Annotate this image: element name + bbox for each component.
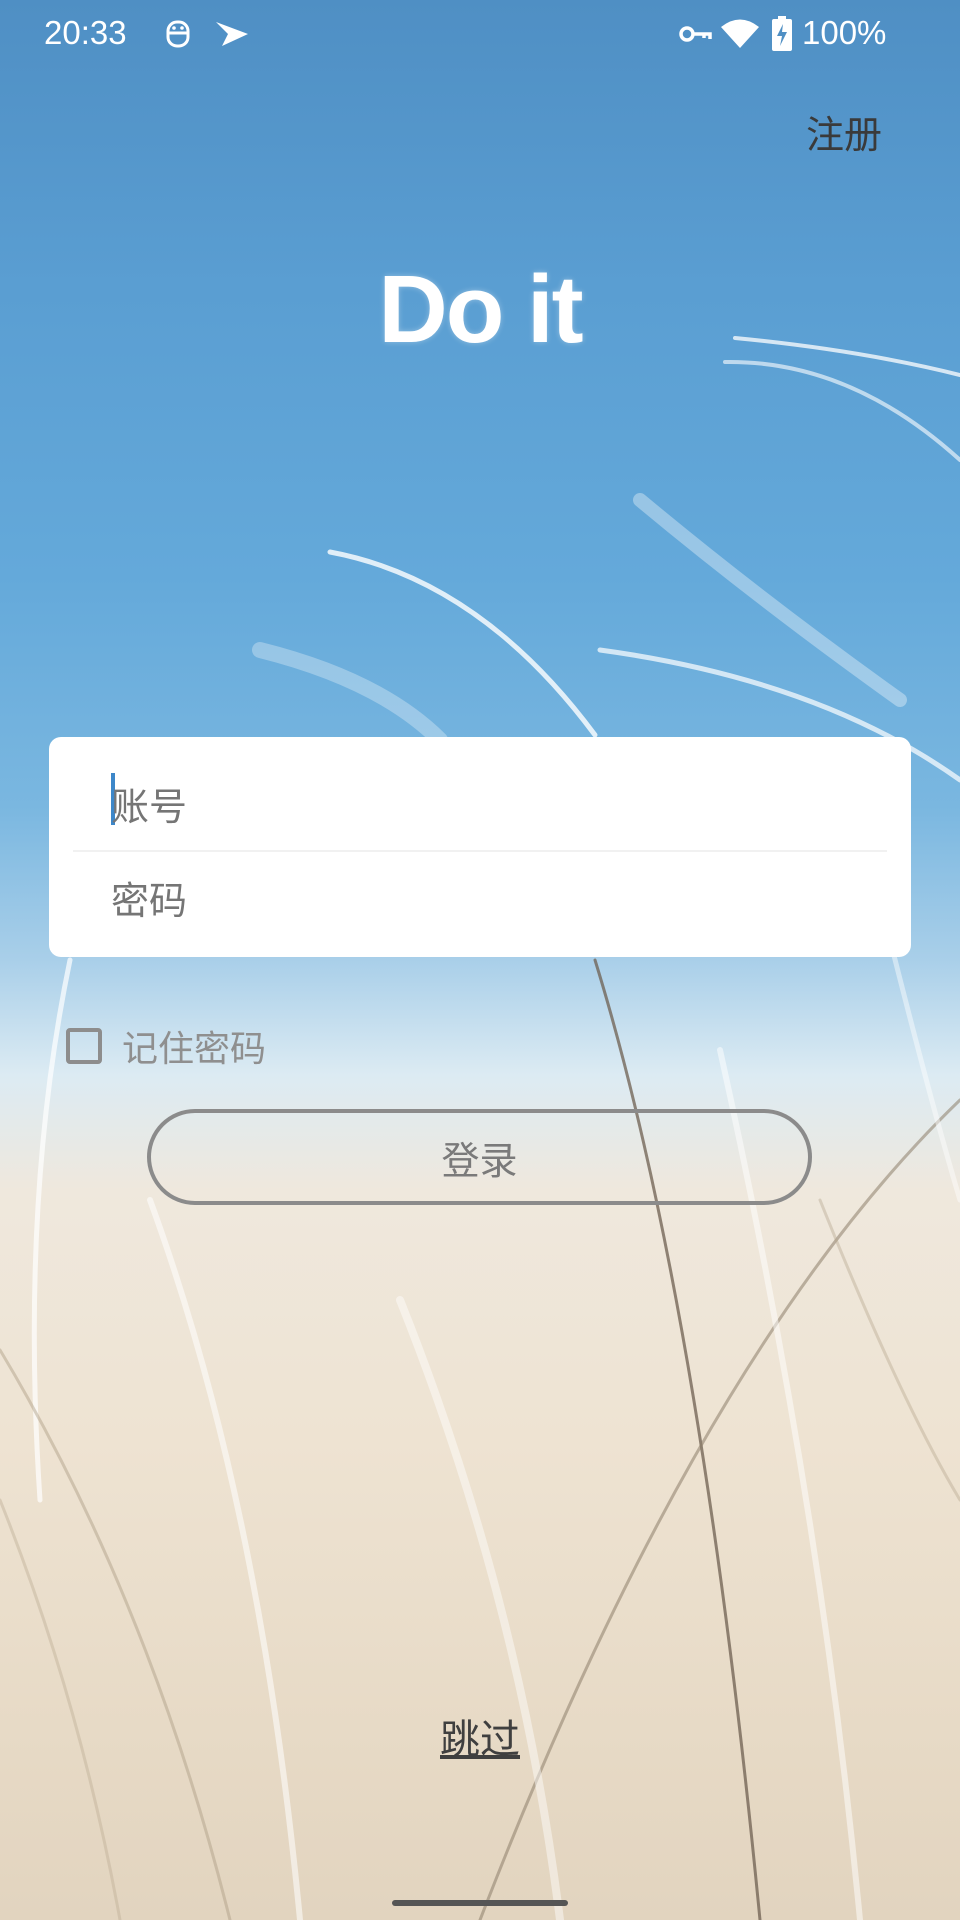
account-input[interactable] bbox=[111, 779, 871, 835]
battery-charging-icon bbox=[772, 16, 792, 51]
send-notification-icon bbox=[216, 22, 248, 46]
gesture-navigation-bar[interactable] bbox=[392, 1900, 568, 1906]
remember-password-label[interactable]: 记住密码 bbox=[122, 1020, 266, 1072]
status-time: 20:33 bbox=[44, 14, 127, 51]
robot-notification-icon bbox=[166, 20, 190, 48]
login-button[interactable]: 登录 bbox=[147, 1109, 812, 1205]
app-title: Do it bbox=[378, 256, 583, 363]
remember-password-checkbox[interactable] bbox=[66, 1028, 102, 1064]
battery-percentage: 100% bbox=[802, 14, 887, 51]
status-bar: 20:33 100% bbox=[0, 0, 960, 68]
remember-password-row[interactable]: 记住密码 bbox=[66, 1022, 266, 1070]
field-divider bbox=[73, 850, 887, 852]
wifi-icon bbox=[721, 19, 759, 48]
skip-link-label[interactable]: 跳过 bbox=[440, 1717, 520, 1763]
skip-link: 跳过 bbox=[0, 1707, 960, 1765]
vpn-key-icon bbox=[679, 26, 712, 42]
login-screen: 20:33 100% 注册 Do it 账号 记住密码 登录 跳过 bbox=[0, 0, 960, 1920]
password-input[interactable] bbox=[111, 873, 871, 929]
login-card bbox=[49, 737, 911, 957]
register-link[interactable]: 注册 bbox=[806, 104, 882, 159]
